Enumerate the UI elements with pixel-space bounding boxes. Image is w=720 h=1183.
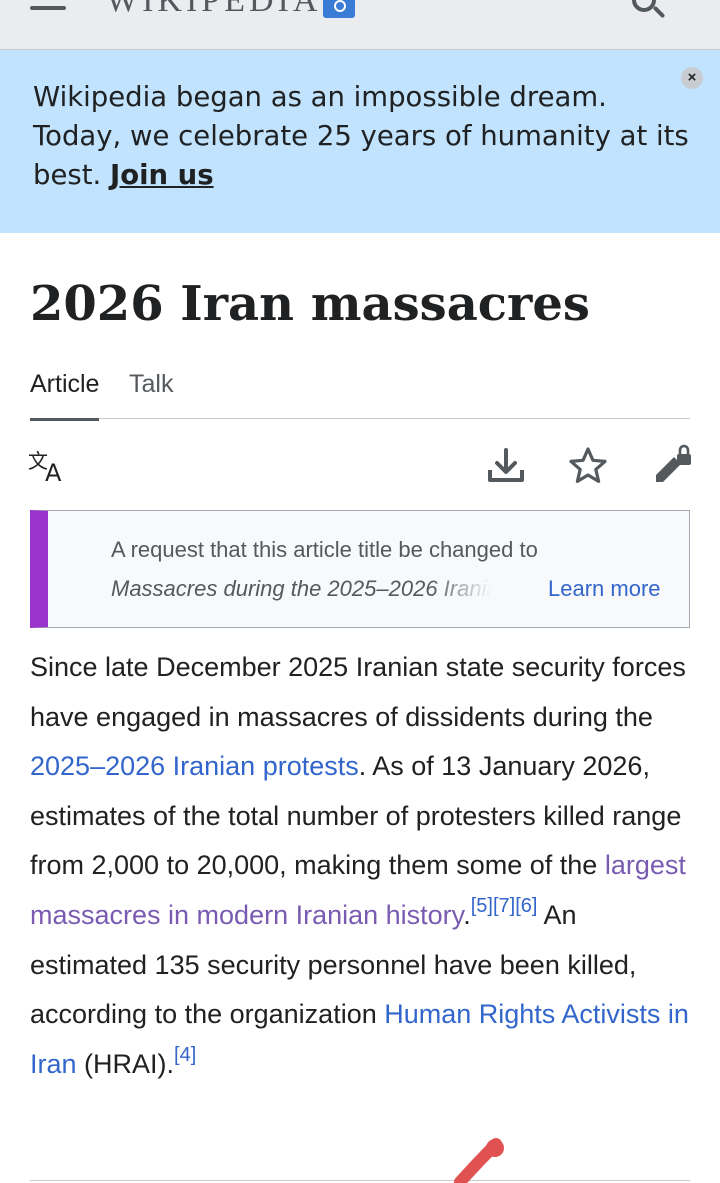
edit-lock-icon[interactable]	[650, 442, 694, 486]
body-text: Since late December 2025 Iranian state s…	[30, 652, 686, 732]
body-text: .	[463, 899, 471, 930]
page-actions: 文 A	[0, 420, 720, 510]
reference-4[interactable]: [4]	[174, 1044, 196, 1066]
page-tabs: Article Talk	[30, 362, 690, 421]
anniversary-puzzle-icon	[323, 0, 355, 18]
language-icon[interactable]: 文 A	[28, 448, 72, 484]
reference-6[interactable]: [6]	[515, 895, 537, 917]
annotation-pen-mark	[454, 1138, 504, 1183]
notice-text: A request that this article title be cha…	[111, 537, 538, 562]
article-lead-paragraph: Since late December 2025 Iranian state s…	[30, 643, 690, 1089]
tab-talk[interactable]: Talk	[129, 368, 173, 400]
page-title: 2026 Iran massacres	[30, 276, 590, 332]
title-change-notice: A request that this article title be cha…	[30, 510, 690, 628]
banner-message: Wikipedia began as an impossible dream. …	[33, 78, 693, 195]
wikipedia-wordmark[interactable]: WIKIPEDIA	[106, 0, 321, 20]
join-us-link[interactable]: Join us	[110, 159, 214, 191]
star-icon[interactable]	[568, 446, 608, 486]
hamburger-icon[interactable]	[30, 0, 66, 14]
download-icon[interactable]	[486, 446, 526, 486]
tab-article[interactable]: Article	[30, 368, 100, 421]
link-iranian-protests[interactable]: 2025–2026 Iranian protests	[30, 751, 359, 781]
reference-5[interactable]: [5]	[471, 895, 493, 917]
header: WIKIPEDIA	[0, 0, 720, 50]
proposed-title: Massacres during the 2025–2026 Iranian p…	[111, 576, 491, 601]
reference-7[interactable]: [7]	[493, 895, 515, 917]
learn-more-link[interactable]: Learn more	[548, 574, 661, 604]
section-divider	[30, 1180, 690, 1181]
search-icon[interactable]	[628, 0, 668, 22]
body-text: (HRAI).	[76, 1048, 175, 1079]
close-icon[interactable]: ×	[681, 67, 703, 89]
anniversary-banner: Wikipedia began as an impossible dream. …	[0, 50, 720, 233]
svg-text:A: A	[45, 459, 62, 484]
